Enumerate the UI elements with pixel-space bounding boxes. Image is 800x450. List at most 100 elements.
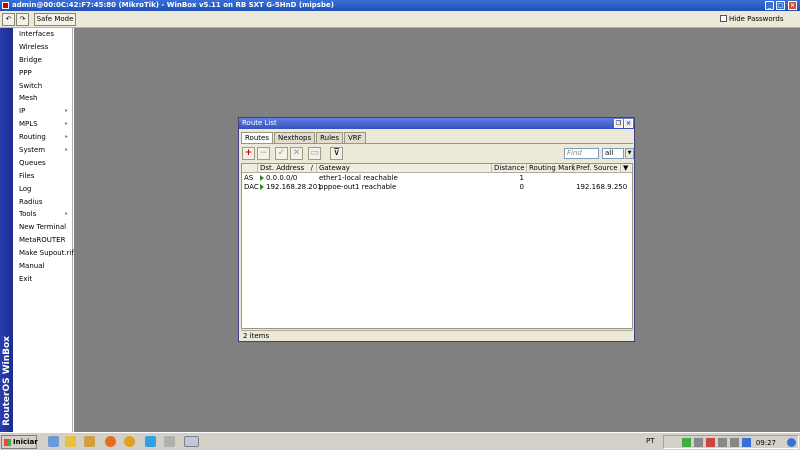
- minimize-button[interactable]: _: [765, 1, 774, 10]
- submenu-arrow-icon: ▸: [64, 133, 68, 141]
- row-pref-source: 192.168.9.250: [576, 183, 628, 191]
- sidebar-item-switch[interactable]: Switch: [13, 80, 72, 93]
- tray-app-icon[interactable]: [694, 438, 703, 447]
- folder-icon[interactable]: [65, 436, 76, 447]
- winbox-app-icon: [2, 2, 9, 9]
- filter-dropdown-icon[interactable]: ▼: [625, 148, 634, 159]
- sidebar-item-label: Switch: [19, 81, 43, 90]
- checkbox-box[interactable]: [720, 15, 727, 22]
- sidebar-item-routing[interactable]: Routing ▸: [13, 131, 72, 144]
- brand-text: RouterOS WinBox: [2, 336, 12, 426]
- sidebar-item-radius[interactable]: Radius: [13, 196, 72, 209]
- route-list-titlebar[interactable]: Route List ❐ ×: [239, 118, 634, 129]
- sidebar-item-files[interactable]: Files: [13, 170, 72, 183]
- column-flags[interactable]: [242, 164, 258, 173]
- sidebar-item-new-terminal[interactable]: New Terminal: [13, 221, 72, 234]
- sidebar-item-queues[interactable]: Queues: [13, 157, 72, 170]
- tab-rules[interactable]: Rules: [316, 132, 343, 143]
- sidebar-item-exit[interactable]: Exit: [13, 273, 72, 286]
- find-input[interactable]: Find: [564, 148, 599, 159]
- media-player-icon[interactable]: [84, 436, 95, 447]
- column-gateway[interactable]: Gateway: [317, 164, 492, 173]
- winbox-task-icon[interactable]: [184, 436, 199, 447]
- route-tabs: Routes Nexthops Rules VRF: [241, 132, 367, 143]
- skype-icon[interactable]: [145, 436, 156, 447]
- sidebar-item-metarouter[interactable]: MetaROUTER: [13, 234, 72, 247]
- submenu-arrow-icon: ▸: [64, 107, 68, 115]
- comment-icon[interactable]: ▭: [308, 147, 321, 160]
- app-icon[interactable]: [164, 436, 175, 447]
- sidebar-item-manual[interactable]: Manual: [13, 260, 72, 273]
- clock[interactable]: 09:27: [756, 438, 776, 448]
- row-routing-mark: [527, 183, 574, 192]
- route-list-window: Route List ❐ × Routes Nexthops Rules VRF…: [238, 117, 635, 342]
- sidebar-item-label: PPP: [19, 68, 32, 77]
- tray-status-icon[interactable]: [787, 438, 796, 447]
- sidebar-item-mpls[interactable]: MPLS ▸: [13, 118, 72, 131]
- security-icon[interactable]: [706, 438, 715, 447]
- column-distance[interactable]: Distance: [492, 164, 527, 173]
- sidebar-item-ppp[interactable]: PPP: [13, 67, 72, 80]
- language-indicator[interactable]: PT: [646, 437, 655, 445]
- taskbar: Iniciar PT 09:27: [0, 432, 800, 450]
- tab-vrf[interactable]: VRF: [343, 132, 366, 143]
- redo-icon[interactable]: ↷: [16, 13, 29, 26]
- column-menu-icon[interactable]: ▼: [621, 164, 632, 173]
- sidebar-item-interfaces[interactable]: Interfaces: [13, 28, 72, 41]
- sort-icon: /: [310, 164, 313, 172]
- chrome-icon[interactable]: [124, 436, 135, 447]
- sidebar-item-label: Interfaces: [19, 30, 54, 38]
- submenu-arrow-icon: ▸: [64, 210, 68, 218]
- column-dst-address-label: Dst. Address: [260, 164, 305, 172]
- tab-routes[interactable]: Routes: [241, 132, 273, 143]
- column-dst-address[interactable]: Dst. Address /: [258, 164, 317, 173]
- filter-select[interactable]: all: [602, 148, 624, 159]
- sidebar-item-mesh[interactable]: Mesh: [13, 92, 72, 105]
- sidebar-brand-strip: RouterOS WinBox: [0, 28, 13, 432]
- hide-passwords-checkbox[interactable]: Hide Passwords: [720, 15, 784, 23]
- route-active-flag-icon: [260, 175, 264, 181]
- start-button[interactable]: Iniciar: [1, 435, 38, 449]
- table-row[interactable]: AS 0.0.0.0/0 ether1-local reachable 1: [242, 174, 632, 183]
- sidebar-item-label: Routing: [19, 133, 46, 142]
- sidebar-item-label: Queues: [19, 158, 46, 167]
- network-icon[interactable]: [682, 438, 691, 447]
- add-icon[interactable]: +: [242, 147, 255, 160]
- tray-app-icon[interactable]: [718, 438, 727, 447]
- maximize-button[interactable]: □: [776, 1, 785, 10]
- ie-icon[interactable]: [48, 436, 59, 447]
- safe-mode-button[interactable]: Safe Mode: [34, 13, 76, 26]
- sidebar-item-system[interactable]: System ▸: [13, 144, 72, 157]
- table-header: Dst. Address / Gateway Distance Routing …: [242, 164, 632, 173]
- sidebar-item-label: Wireless: [19, 42, 49, 51]
- column-routing-mark[interactable]: Routing Mark: [527, 164, 575, 173]
- sidebar-item-log[interactable]: Log: [13, 183, 72, 196]
- tray-app-icon[interactable]: [742, 438, 751, 447]
- sidebar-item-label: System: [19, 146, 46, 155]
- sidebar-item-tools[interactable]: Tools ▸: [13, 208, 72, 221]
- sidebar-item-label: Radius: [19, 197, 43, 206]
- route-table: Dst. Address / Gateway Distance Routing …: [241, 163, 633, 329]
- sidebar-item-bridge[interactable]: Bridge: [13, 54, 72, 67]
- sidebar-item-make-supout-rif[interactable]: Make Supout.rif: [13, 247, 74, 260]
- sidebar-item-ip[interactable]: IP ▸: [13, 105, 72, 118]
- disable-icon[interactable]: ✕: [290, 147, 303, 160]
- system-tray: 09:27: [663, 435, 799, 449]
- enable-icon[interactable]: ✓: [275, 147, 288, 160]
- filter-icon[interactable]: ⊽: [330, 147, 343, 160]
- route-list-close-button[interactable]: ×: [624, 119, 633, 128]
- sidebar-item-wireless[interactable]: Wireless: [13, 41, 72, 54]
- route-active-flag-icon: [260, 184, 264, 190]
- close-button[interactable]: ×: [788, 1, 797, 10]
- volume-icon[interactable]: [730, 438, 739, 447]
- submenu-arrow-icon: ▸: [64, 120, 68, 128]
- firefox-icon[interactable]: [105, 436, 116, 447]
- undo-icon[interactable]: ↶: [2, 13, 15, 26]
- table-row[interactable]: DAC 192.168.28.201 pppoe-out1 reachable …: [242, 183, 632, 192]
- remove-icon[interactable]: −: [257, 147, 270, 160]
- restore-button[interactable]: ❐: [614, 119, 623, 128]
- status-bar: 2 items: [241, 330, 633, 340]
- tab-nexthops[interactable]: Nexthops: [273, 132, 316, 143]
- column-pref-source[interactable]: Pref. Source: [574, 164, 621, 173]
- row-dst-text: 0.0.0.0/0: [266, 174, 298, 182]
